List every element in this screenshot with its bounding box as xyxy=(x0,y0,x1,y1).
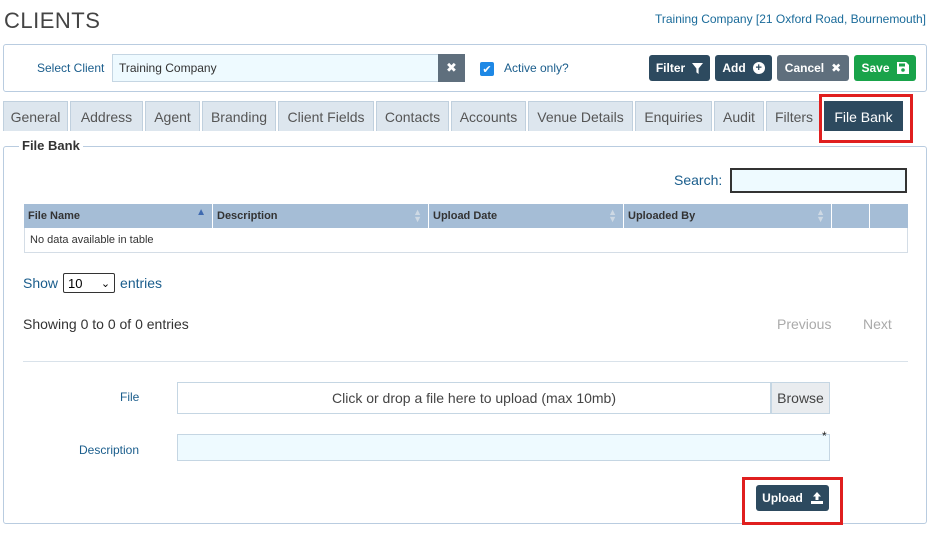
file-bank-tab-highlight xyxy=(819,94,913,143)
page-title: CLIENTS xyxy=(4,8,101,33)
active-only-checkbox[interactable]: ✔ xyxy=(480,62,494,76)
column-label: Uploaded By xyxy=(628,210,696,222)
client-select-input[interactable]: Training Company xyxy=(112,54,440,82)
select-client-label: Select Client xyxy=(37,61,105,75)
save-button-label: Save xyxy=(861,61,890,75)
table-empty-row: No data available in table xyxy=(24,228,908,253)
close-icon: ✖ xyxy=(446,60,457,75)
tab-address[interactable]: Address xyxy=(70,101,143,131)
sort-icon: ▲ ▼ xyxy=(608,207,617,224)
checkmark-icon: ✔ xyxy=(482,63,492,76)
clear-client-button[interactable]: ✖ xyxy=(438,54,465,82)
active-only-label: Active only? xyxy=(504,61,569,75)
page-length-select[interactable]: 10 ⌄ xyxy=(63,273,116,293)
sort-icon: ▲ ▼ xyxy=(816,207,825,224)
tab-enquiries[interactable]: Enquiries xyxy=(635,101,712,131)
sort-ascending-icon: ▲ xyxy=(196,207,206,218)
browse-button[interactable]: Browse xyxy=(771,382,830,414)
add-button-label: Add xyxy=(722,61,746,75)
add-button[interactable]: Add + xyxy=(715,55,772,81)
table-header: File Name ▲ Description ▲ ▼ Upload Date ▲… xyxy=(24,204,908,228)
client-toolbar: Select Client Training Company ✖ ✔ Activ… xyxy=(3,44,927,92)
tab-accounts[interactable]: Accounts xyxy=(451,101,526,131)
table-info: Showing 0 to 0 of 0 entries xyxy=(23,316,189,332)
search-input[interactable] xyxy=(730,168,907,193)
column-label: File Name xyxy=(28,210,80,222)
description-input[interactable] xyxy=(177,434,830,461)
column-action-2 xyxy=(870,204,908,228)
tab-branding[interactable]: Branding xyxy=(202,101,276,131)
column-label: Description xyxy=(217,210,278,222)
section-divider xyxy=(23,361,908,362)
file-table: File Name ▲ Description ▲ ▼ Upload Date ▲… xyxy=(24,204,908,253)
chevron-down-icon: ⌄ xyxy=(100,277,111,290)
tab-audit[interactable]: Audit xyxy=(714,101,764,131)
panel-legend: File Bank xyxy=(19,138,83,153)
filter-icon xyxy=(692,62,704,74)
search-label: Search: xyxy=(674,172,723,188)
page-length-control: Show 10 ⌄ entries xyxy=(23,273,162,293)
close-icon: ✖ xyxy=(831,61,842,75)
column-action-1 xyxy=(832,204,870,228)
tab-filters[interactable]: Filters xyxy=(766,101,822,131)
cancel-button-label: Cancel xyxy=(784,61,825,75)
plus-circle-icon: + xyxy=(752,62,765,74)
column-upload-date[interactable]: Upload Date ▲ ▼ xyxy=(429,204,624,228)
file-drop-zone[interactable]: Click or drop a file here to upload (max… xyxy=(177,382,771,414)
tab-general[interactable]: General xyxy=(3,101,68,131)
sort-icon: ▲ ▼ xyxy=(413,207,422,224)
upload-button-highlight xyxy=(742,477,843,525)
required-marker: * xyxy=(822,429,827,443)
floppy-disk-icon xyxy=(896,62,909,74)
next-page-button[interactable]: Next xyxy=(863,316,892,332)
tab-contacts[interactable]: Contacts xyxy=(376,101,449,131)
file-label: File xyxy=(120,390,140,404)
filter-button-label: Filter xyxy=(655,61,686,75)
file-bank-panel: File Bank Search: File Name ▲ Descriptio… xyxy=(3,138,927,524)
client-company-link[interactable]: Training Company [21 Oxford Road, Bourne… xyxy=(655,12,926,26)
column-description[interactable]: Description ▲ ▼ xyxy=(213,204,429,228)
save-button[interactable]: Save xyxy=(854,55,916,81)
filter-button[interactable]: Filter xyxy=(649,55,710,81)
description-label: Description xyxy=(79,443,140,457)
tab-client-fields[interactable]: Client Fields xyxy=(278,101,374,131)
tab-agent[interactable]: Agent xyxy=(145,101,200,131)
tab-venue-details[interactable]: Venue Details xyxy=(528,101,633,131)
column-uploaded-by[interactable]: Uploaded By ▲ ▼ xyxy=(624,204,832,228)
previous-page-button[interactable]: Previous xyxy=(777,316,831,332)
cancel-button[interactable]: Cancel ✖ xyxy=(777,55,849,81)
entries-label: entries xyxy=(120,275,163,291)
column-label: Upload Date xyxy=(433,210,498,222)
page-length-value: 10 xyxy=(68,275,83,291)
column-file-name[interactable]: File Name ▲ xyxy=(24,204,213,228)
show-label: Show xyxy=(23,275,59,291)
